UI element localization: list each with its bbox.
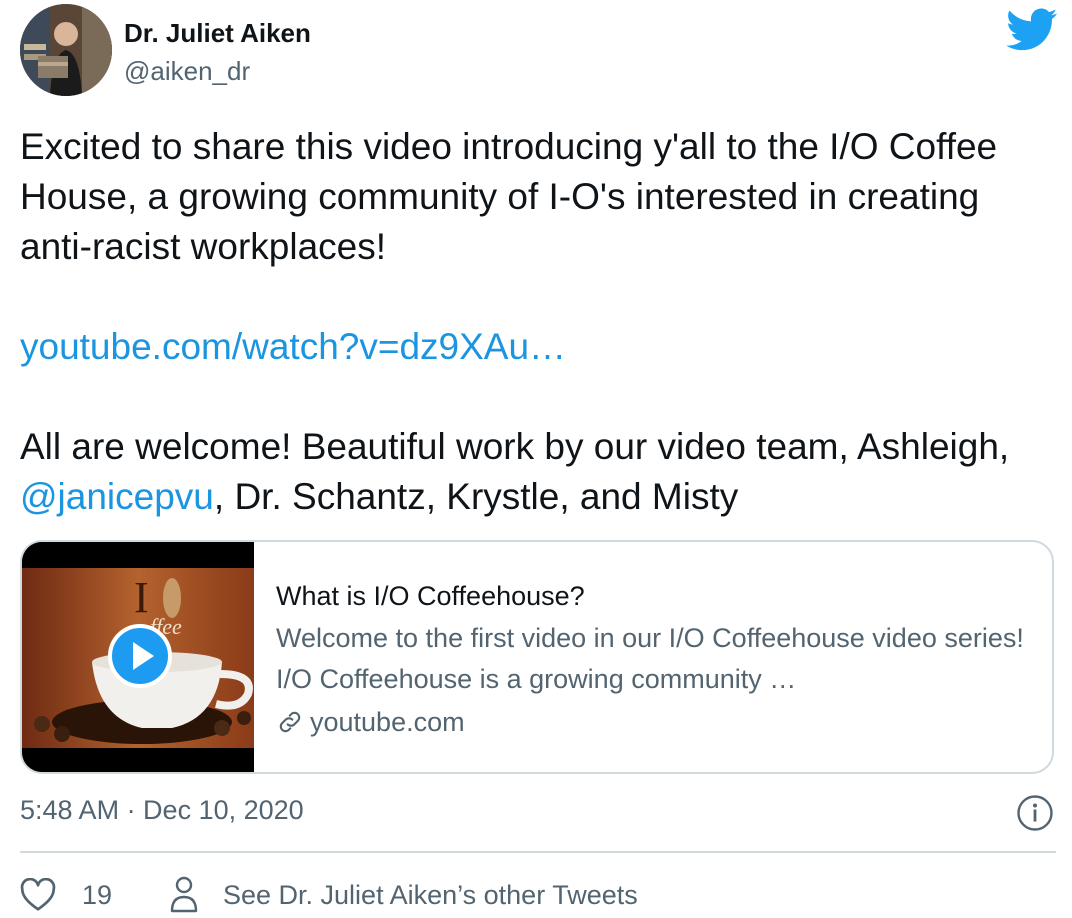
thumbnail-logo-text: I bbox=[134, 573, 149, 622]
credits-text: All are welcome! Beautiful work by our v… bbox=[20, 426, 1010, 467]
heart-icon[interactable] bbox=[20, 878, 56, 912]
link-icon bbox=[279, 711, 301, 733]
card-domain[interactable]: youtube.com bbox=[276, 702, 1036, 742]
tweet-timestamp[interactable]: 5:48 AM · Dec 10, 2020 bbox=[20, 795, 304, 826]
card-title[interactable]: What is I/O Coffeehouse? bbox=[276, 578, 1036, 614]
like-count[interactable]: 19 bbox=[82, 880, 112, 911]
card-description: Welcome to the first video in our I/O Co… bbox=[276, 623, 1024, 694]
avatar[interactable] bbox=[20, 4, 112, 96]
tweet-paragraph-credits: All are welcome! Beautiful work by our v… bbox=[20, 422, 1050, 522]
profile-icon[interactable] bbox=[170, 876, 198, 914]
tweet-text: Excited to share this video introducing … bbox=[20, 122, 1050, 522]
card-info[interactable]: What is I/O Coffeehouse? Welcome to the … bbox=[276, 578, 1036, 742]
tweet-paragraph: Excited to share this video introducing … bbox=[20, 126, 998, 267]
youtube-link[interactable]: youtube.com/watch?v=dz9XAu… bbox=[20, 326, 566, 367]
video-thumbnail[interactable]: I ffee bbox=[22, 542, 254, 772]
play-icon[interactable] bbox=[108, 624, 172, 688]
divider bbox=[20, 851, 1056, 853]
author-handle[interactable]: @aiken_dr bbox=[124, 56, 250, 87]
twitter-bird-icon[interactable] bbox=[1006, 8, 1058, 52]
see-other-tweets-link[interactable]: See Dr. Juliet Aiken’s other Tweets bbox=[223, 880, 638, 911]
credits-text-rest: , Dr. Schantz, Krystle, and Misty bbox=[213, 476, 739, 517]
tweet-actions: 19 See Dr. Juliet Aiken’s other Tweets bbox=[20, 874, 1060, 918]
info-icon[interactable] bbox=[1016, 794, 1054, 832]
mention-link[interactable]: @janicepvu bbox=[20, 476, 214, 517]
card-domain-text: youtube.com bbox=[310, 707, 465, 737]
author-display-name[interactable]: Dr. Juliet Aiken bbox=[124, 18, 311, 49]
link-preview-card[interactable]: I ffee What is I/O Coffeehouse? Welcome … bbox=[20, 540, 1054, 774]
tweet-embed: Dr. Juliet Aiken @aiken_dr Excited to sh… bbox=[0, 0, 1072, 918]
